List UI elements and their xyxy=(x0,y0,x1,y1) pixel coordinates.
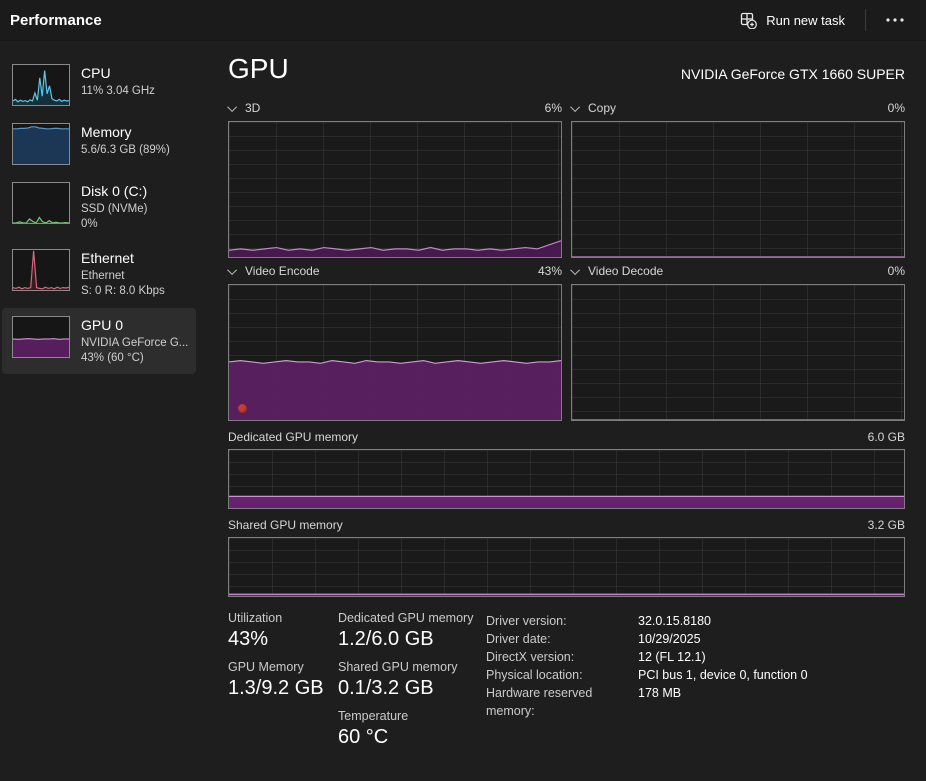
chart-value: 0% xyxy=(888,264,905,278)
shared-memory-section: Shared GPU memory 3.2 GB xyxy=(228,513,905,597)
sidebar-item-disk[interactable]: Disk 0 (C:) SSD (NVMe) 0% xyxy=(2,174,196,240)
memory-chart-max: 6.0 GB xyxy=(868,430,905,444)
performance-header: Performance Run new task xyxy=(0,0,926,41)
sidebar-item-gpu[interactable]: GPU 0 NVIDIA GeForce G... 43% (60 °C) xyxy=(2,308,196,374)
stat-label: Utilization xyxy=(228,611,338,625)
chart-panel-copy: Copy 0% xyxy=(571,95,905,258)
info-label: DirectX version: xyxy=(486,648,638,666)
chart-panel-video-encode: Video Encode 43% xyxy=(228,258,562,421)
sidebar-item-memory[interactable]: Memory 5.6/6.3 GB (89%) xyxy=(2,115,196,173)
stat-value: 60 °C xyxy=(338,726,478,749)
cpu-thumbnail-chart xyxy=(12,64,70,106)
sidebar-item-title: CPU xyxy=(81,65,155,82)
stat-shared-memory: Shared GPU memory 0.1/3.2 GB xyxy=(338,660,478,700)
chevron-down-icon[interactable] xyxy=(570,265,580,275)
chart-value: 43% xyxy=(538,264,562,278)
chart-panel-3d: 3D 6% xyxy=(228,95,562,258)
info-driver-date: Driver date: 10/29/2025 xyxy=(486,630,905,648)
video-encode-usage-chart xyxy=(228,284,562,421)
chevron-down-icon[interactable] xyxy=(570,102,580,112)
run-new-task-label: Run new task xyxy=(766,13,845,28)
sidebar-item-title: Ethernet xyxy=(81,250,165,267)
info-value: PCI bus 1, device 0, function 0 xyxy=(638,666,808,684)
task-manager-window: Performance Run new task xyxy=(0,0,926,781)
gpu-device-name: NVIDIA GeForce GTX 1660 SUPER xyxy=(681,66,905,87)
sidebar-item-cpu[interactable]: CPU 11% 3.04 GHz xyxy=(2,56,196,114)
stat-value: 43% xyxy=(228,628,338,651)
dedicated-memory-section: Dedicated GPU memory 6.0 GB xyxy=(228,425,905,509)
chart-label: Copy xyxy=(588,101,616,115)
stat-utilization: Utilization 43% xyxy=(228,611,338,651)
info-value: 10/29/2025 xyxy=(638,630,701,648)
info-directx-version: DirectX version: 12 (FL 12.1) xyxy=(486,648,905,666)
page-title: Performance xyxy=(10,12,102,29)
info-label: Driver date: xyxy=(486,630,638,648)
chart-label: Video Decode xyxy=(588,264,663,278)
info-value: 12 (FL 12.1) xyxy=(638,648,706,666)
stat-label: Shared GPU memory xyxy=(338,660,478,674)
sidebar-item-detail: 11% 3.04 GHz xyxy=(81,84,155,99)
memory-thumbnail-chart xyxy=(12,123,70,165)
sidebar-item-title: GPU 0 xyxy=(81,317,188,334)
info-label: Physical location: xyxy=(486,666,638,684)
video-decode-usage-chart xyxy=(571,284,905,421)
stat-label: Dedicated GPU memory xyxy=(338,611,478,625)
info-driver-version: Driver version: 32.0.15.8180 xyxy=(486,612,905,630)
stat-gpu-memory: GPU Memory 1.3/9.2 GB xyxy=(228,660,338,700)
gpu-thumbnail-chart xyxy=(12,316,70,358)
sidebar-item-detail: S: 0 R: 8.0 Kbps xyxy=(81,284,165,299)
ellipsis-icon xyxy=(886,18,904,22)
gpu-page-title: GPU xyxy=(228,51,289,87)
copy-usage-chart xyxy=(571,121,905,258)
chart-value: 6% xyxy=(545,101,562,115)
recording-indicator-dot xyxy=(238,404,247,413)
sidebar-item-detail: 5.6/6.3 GB (89%) xyxy=(81,143,170,158)
info-hardware-reserved-memory: Hardware reserved memory: 178 MB xyxy=(486,684,905,720)
disk-thumbnail-chart xyxy=(12,182,70,224)
chart-value: 0% xyxy=(888,101,905,115)
dedicated-memory-chart xyxy=(228,449,905,509)
info-label: Hardware reserved memory: xyxy=(486,684,638,720)
shared-memory-chart xyxy=(228,537,905,597)
stat-label: GPU Memory xyxy=(228,660,338,674)
stat-temperature: Temperature 60 °C xyxy=(338,709,478,749)
new-task-icon xyxy=(740,12,757,29)
memory-chart-label: Shared GPU memory xyxy=(228,518,343,532)
sidebar-item-detail: NVIDIA GeForce G... xyxy=(81,336,188,351)
sidebar-item-detail: SSD (NVMe) xyxy=(81,202,147,217)
chevron-down-icon[interactable] xyxy=(227,265,237,275)
stat-label: Temperature xyxy=(338,709,478,723)
stat-value: 1.3/9.2 GB xyxy=(228,677,338,700)
sidebar-item-detail: 43% (60 °C) xyxy=(81,351,188,366)
sidebar-item-detail: Ethernet xyxy=(81,269,165,284)
chart-label: 3D xyxy=(245,101,260,115)
stat-value: 1.2/6.0 GB xyxy=(338,628,478,651)
sidebar-item-ethernet[interactable]: Ethernet Ethernet S: 0 R: 8.0 Kbps xyxy=(2,241,196,307)
stat-dedicated-memory: Dedicated GPU memory 1.2/6.0 GB xyxy=(338,611,478,651)
stat-value: 0.1/3.2 GB xyxy=(338,677,478,700)
sidebar-item-detail: 0% xyxy=(81,217,147,232)
run-new-task-button[interactable]: Run new task xyxy=(730,6,855,35)
more-options-button[interactable] xyxy=(876,12,914,28)
chart-panel-video-decode: Video Decode 0% xyxy=(571,258,905,421)
memory-chart-label: Dedicated GPU memory xyxy=(228,430,358,444)
memory-chart-max: 3.2 GB xyxy=(868,518,905,532)
sidebar-item-title: Memory xyxy=(81,124,170,141)
info-value: 178 MB xyxy=(638,684,681,720)
info-label: Driver version: xyxy=(486,612,638,630)
sidebar-item-title: Disk 0 (C:) xyxy=(81,183,147,200)
info-physical-location: Physical location: PCI bus 1, device 0, … xyxy=(486,666,905,684)
header-divider xyxy=(865,9,866,31)
chevron-down-icon[interactable] xyxy=(227,102,237,112)
performance-sidebar: CPU 11% 3.04 GHz Memory 5.6/6.3 GB (89%)… xyxy=(0,41,198,781)
3d-usage-chart xyxy=(228,121,562,258)
info-value: 32.0.15.8180 xyxy=(638,612,711,630)
gpu-details-pane: GPU NVIDIA GeForce GTX 1660 SUPER 3D 6% … xyxy=(198,41,926,781)
ethernet-thumbnail-chart xyxy=(12,249,70,291)
chart-label: Video Encode xyxy=(245,264,320,278)
gpu-stats-section: Utilization 43% GPU Memory 1.3/9.2 GB De… xyxy=(228,611,905,758)
